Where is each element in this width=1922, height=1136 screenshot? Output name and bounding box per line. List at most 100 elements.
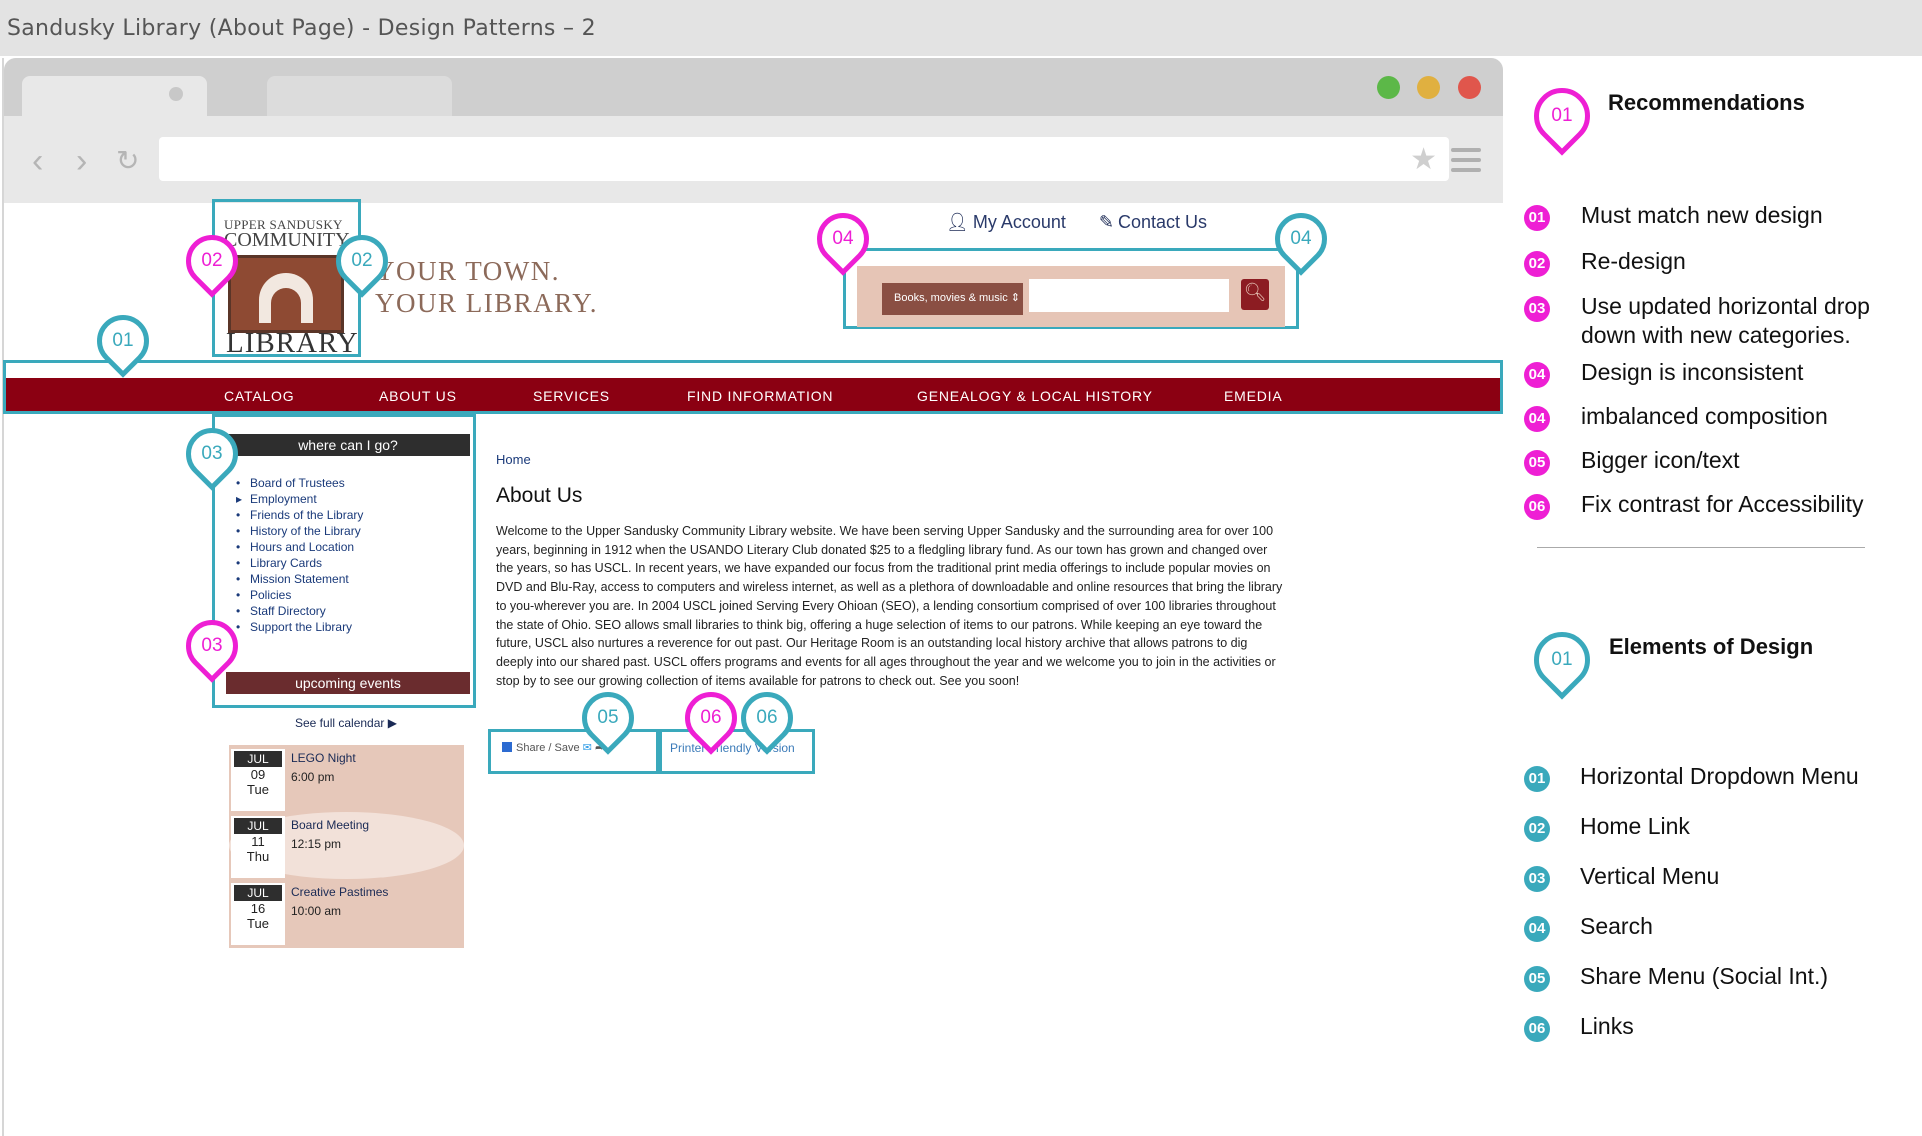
elements-title: Elements of Design bbox=[1609, 634, 1814, 659]
element-text: Links bbox=[1580, 1013, 1634, 1039]
about-body-text: Welcome to the Upper Sandusky Community … bbox=[496, 524, 1283, 688]
contact-us-link[interactable]: ✎ Contact Us bbox=[1099, 212, 1221, 232]
event-weekday: Thu bbox=[246, 849, 270, 864]
element-text: Home Link bbox=[1580, 813, 1690, 839]
search-input[interactable] bbox=[1029, 279, 1229, 312]
sidebar-heading: where can I go? bbox=[226, 434, 470, 456]
element-number: 03 bbox=[1524, 866, 1550, 892]
site-tagline: YOUR TOWN. YOUR LIBRARY. bbox=[375, 255, 598, 319]
rec-text: Re-design bbox=[1581, 248, 1686, 274]
rec-text: Must match new design bbox=[1581, 202, 1823, 228]
sidebar-item[interactable]: Friends of the Library bbox=[250, 507, 363, 523]
event-month: JUL bbox=[234, 818, 282, 834]
element-number: 02 bbox=[1524, 816, 1550, 842]
event-title[interactable]: LEGO Night bbox=[291, 751, 356, 765]
sidebar-item[interactable]: Hours and Location bbox=[250, 539, 363, 555]
nav-emedia[interactable]: EMEDIA bbox=[1224, 388, 1282, 404]
rec-number: 06 bbox=[1524, 494, 1550, 520]
chevron-left-icon[interactable]: ‹ bbox=[32, 144, 43, 178]
maximize-button[interactable] bbox=[1377, 76, 1400, 99]
nav-catalog[interactable]: CATALOG bbox=[224, 388, 294, 404]
tagline-line1: YOUR TOWN. bbox=[375, 256, 561, 286]
event-title[interactable]: Creative Pastimes bbox=[291, 885, 388, 899]
event-month: JUL bbox=[234, 751, 282, 767]
nav-services[interactable]: SERVICES bbox=[533, 388, 610, 404]
sidebar-item[interactable]: Mission Statement bbox=[250, 571, 363, 587]
minimize-button[interactable] bbox=[1417, 76, 1440, 99]
search-icon[interactable]: 🔍︎ bbox=[1241, 279, 1269, 310]
browser-tab-inactive[interactable] bbox=[267, 76, 452, 116]
my-account-link[interactable]: 👤︎ My Account bbox=[946, 212, 1080, 232]
sidebar-item[interactable]: Employment bbox=[250, 491, 363, 507]
star-icon[interactable]: ★ bbox=[1410, 142, 1437, 177]
share-label: Share / Save bbox=[516, 742, 580, 754]
sidebar-item[interactable]: Board of Trustees bbox=[250, 475, 363, 491]
library-building-logo bbox=[228, 255, 344, 333]
event-weekday: Tue bbox=[247, 916, 269, 931]
rec-text: Use updated horizontal drop down with ne… bbox=[1581, 293, 1870, 348]
element-text: Share Menu (Social Int.) bbox=[1580, 963, 1829, 989]
sidebar-item[interactable]: Support the Library bbox=[250, 619, 363, 635]
reload-icon[interactable]: ↻ bbox=[116, 147, 139, 175]
close-button[interactable] bbox=[1458, 76, 1481, 99]
event-item[interactable]: JUL 09 Tue LEGO Night 6:00 pm bbox=[229, 745, 464, 812]
search-category-select[interactable]: Books, movies & music ⇕ bbox=[882, 283, 1023, 315]
tab-strip bbox=[4, 58, 1503, 116]
sidebar-item[interactable]: History of the Library bbox=[250, 523, 363, 539]
rec-number: 05 bbox=[1524, 450, 1550, 476]
contact-us-label: Contact Us bbox=[1118, 212, 1208, 232]
browser-chrome: ‹ › ↻ ★ bbox=[4, 58, 1503, 203]
share-save-button[interactable]: Share / Save ✉ ➦ bbox=[502, 741, 604, 754]
event-time: 10:00 am bbox=[291, 904, 342, 918]
event-item[interactable]: JUL 16 Tue Creative Pastimes 10:00 am bbox=[229, 879, 464, 946]
element-text: Vertical Menu bbox=[1580, 863, 1720, 889]
window-title: Sandusky Library (About Page) - Design P… bbox=[0, 0, 1922, 56]
rec-text: Bigger icon/text bbox=[1581, 447, 1740, 473]
chevron-right-icon[interactable]: › bbox=[76, 144, 87, 178]
hamburger-icon[interactable] bbox=[1451, 148, 1481, 178]
panel-divider bbox=[1537, 547, 1865, 548]
tagline-line2: YOUR LIBRARY. bbox=[375, 288, 599, 318]
breadcrumb[interactable]: Home bbox=[496, 452, 531, 467]
rec-number: 04 bbox=[1524, 406, 1550, 432]
nav-find-information[interactable]: FIND INFORMATION bbox=[687, 388, 833, 404]
nav-about-us[interactable]: ABOUT US bbox=[379, 388, 457, 404]
sidebar-item[interactable]: Staff Directory bbox=[250, 603, 363, 619]
elements-marker: 01 bbox=[1522, 620, 1602, 700]
event-date: JUL 09 Tue bbox=[231, 749, 285, 811]
rec-text: Design is inconsistent bbox=[1581, 359, 1804, 385]
event-time: 12:15 pm bbox=[291, 837, 342, 851]
nav-genealogy[interactable]: GENEALOGY & LOCAL HISTORY bbox=[917, 388, 1153, 404]
rec-text: Fix contrast for Accessibility bbox=[1581, 491, 1864, 517]
event-date: JUL 11 Thu bbox=[231, 816, 285, 878]
account-links: 👤︎ My Account ✎ Contact Us bbox=[946, 212, 1235, 233]
event-weekday: Tue bbox=[247, 782, 269, 797]
rec-number: 01 bbox=[1524, 205, 1550, 231]
full-calendar-link[interactable]: See full calendar ▶ bbox=[295, 716, 397, 730]
sidebar-menu: Board of Trustees Employment Friends of … bbox=[250, 475, 363, 635]
sidebar-item[interactable]: Policies bbox=[250, 587, 363, 603]
my-account-label: My Account bbox=[972, 212, 1066, 232]
sidebar-item[interactable]: Library Cards bbox=[250, 555, 363, 571]
page-title: About Us bbox=[496, 484, 583, 507]
element-number: 06 bbox=[1524, 1016, 1550, 1042]
upcoming-events-heading: upcoming events bbox=[226, 672, 470, 694]
event-item[interactable]: JUL 11 Thu Board Meeting 12:15 pm bbox=[229, 812, 464, 879]
element-number: 01 bbox=[1524, 766, 1550, 792]
event-day: 09 bbox=[250, 767, 266, 782]
recommendations-title: Recommendations bbox=[1608, 90, 1805, 115]
event-day: 16 bbox=[250, 901, 266, 916]
recommendations-marker: 01 bbox=[1522, 76, 1602, 156]
twitter-icon[interactable]: ✉ bbox=[583, 742, 592, 754]
event-month: JUL bbox=[234, 885, 282, 901]
logo-line3: LIBRARY bbox=[226, 327, 359, 359]
user-icon: 👤︎ bbox=[946, 212, 969, 232]
edit-icon: ✎ bbox=[1098, 212, 1115, 232]
event-day: 11 bbox=[251, 834, 265, 849]
element-text: Search bbox=[1580, 913, 1653, 939]
address-bar[interactable]: ★ bbox=[159, 137, 1449, 181]
rec-text: imbalanced composition bbox=[1581, 403, 1828, 429]
rec-number: 03 bbox=[1524, 296, 1550, 322]
element-number: 04 bbox=[1524, 916, 1550, 942]
event-title[interactable]: Board Meeting bbox=[291, 818, 369, 832]
